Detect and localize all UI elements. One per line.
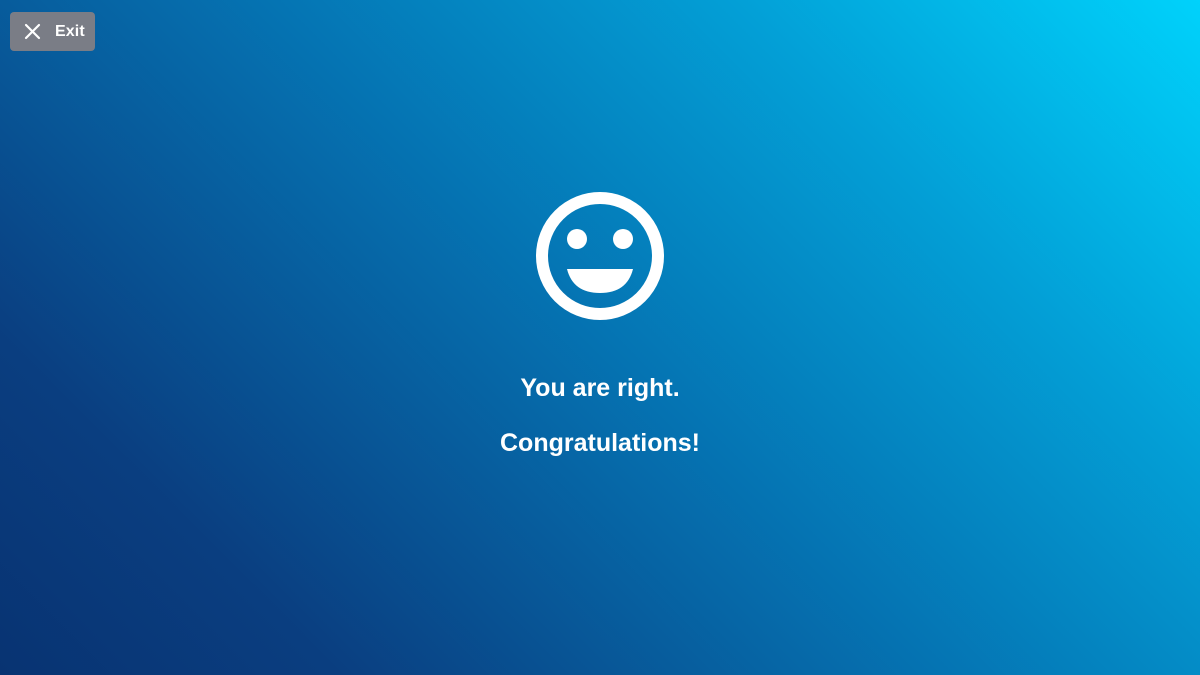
result-panel: You are right. Congratulations!: [0, 190, 1200, 458]
exit-button[interactable]: Exit: [10, 12, 95, 51]
exit-label: Exit: [55, 22, 85, 40]
result-message: You are right.: [520, 374, 680, 402]
smiley-face-icon: [536, 192, 664, 320]
close-icon: [24, 23, 41, 40]
congratulations-message: Congratulations!: [500, 429, 700, 457]
